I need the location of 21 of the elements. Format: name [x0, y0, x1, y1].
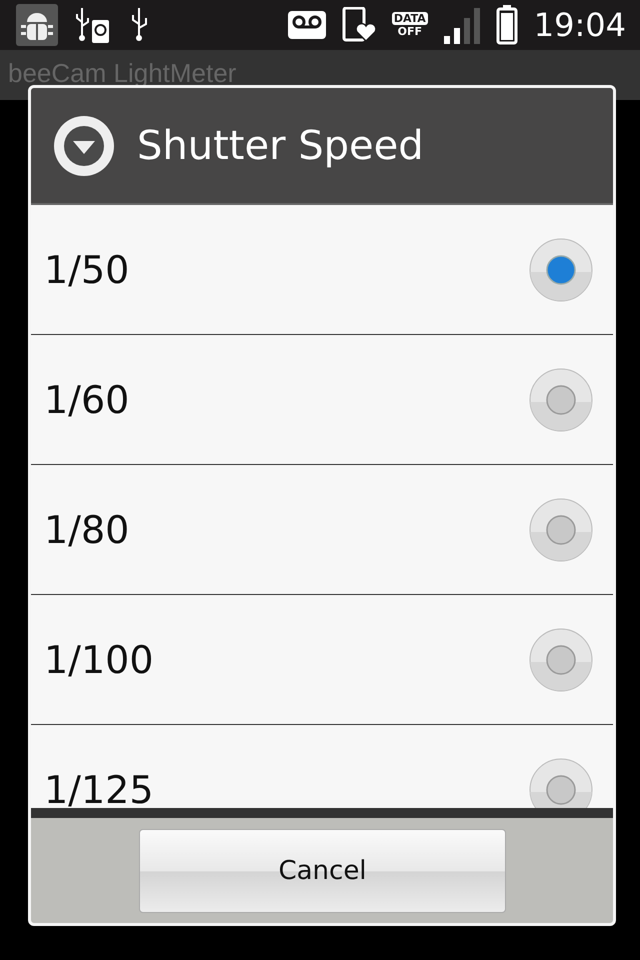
dialog-title: Shutter Speed	[137, 122, 424, 168]
option-label[interactable]: 1/125	[44, 768, 154, 808]
option-label[interactable]: 1/80	[44, 508, 130, 552]
radio-button[interactable]	[529, 238, 593, 302]
data-state: OFF	[398, 25, 422, 38]
option-label[interactable]: 1/50	[44, 248, 130, 292]
dropdown-icon	[53, 114, 115, 176]
clock: 19:04	[534, 6, 626, 44]
data-badge: DATA	[392, 12, 428, 25]
radio-button[interactable]	[529, 498, 593, 562]
debug-icon	[16, 4, 58, 46]
battery-icon	[496, 5, 518, 45]
signal-icon	[444, 6, 480, 44]
phone-heart-icon	[342, 7, 376, 43]
usb-storage-icon	[74, 6, 112, 44]
radio-button[interactable]	[529, 368, 593, 432]
cancel-button[interactable]: Cancel	[139, 828, 506, 912]
option-label[interactable]: 1/60	[44, 378, 130, 422]
voicemail-icon	[288, 11, 326, 39]
option-label[interactable]: 1/100	[44, 638, 154, 682]
radio-button[interactable]	[529, 628, 593, 692]
